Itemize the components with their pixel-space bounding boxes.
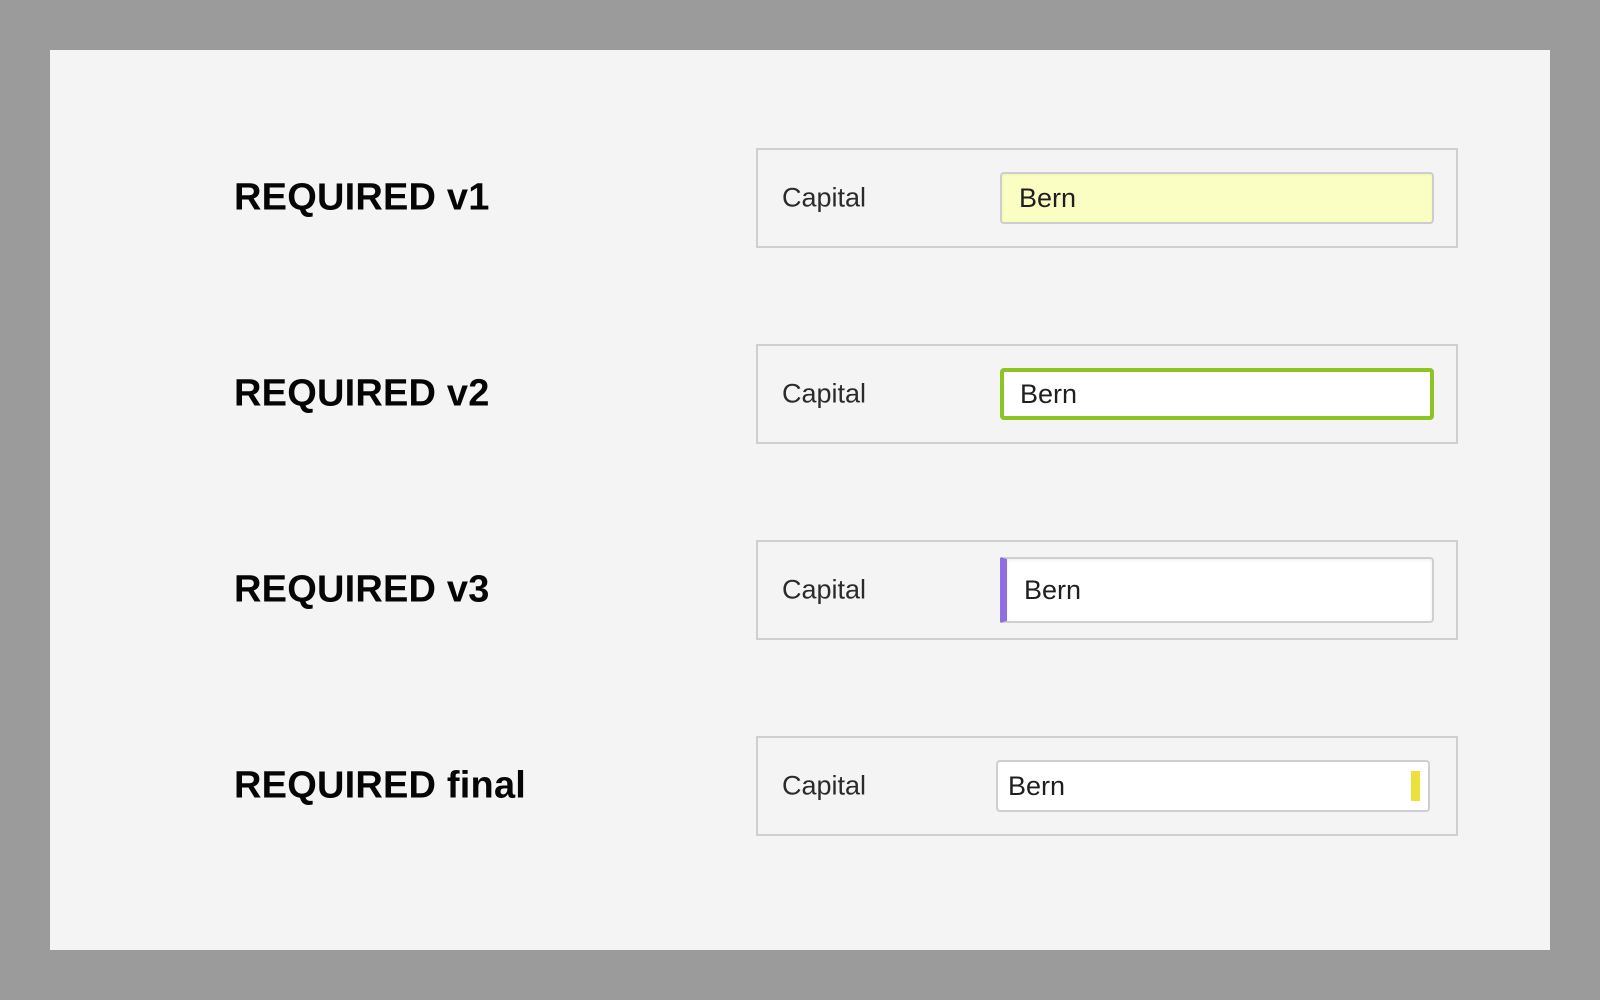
canvas-sheet: REQUIRED v1 Capital Bern REQUIRED v2 Cap… xyxy=(50,50,1550,950)
field-group-final: Capital Bern xyxy=(756,736,1458,836)
capital-input-v1[interactable]: Bern xyxy=(1000,172,1434,224)
field-group-v2: Capital Bern xyxy=(756,344,1458,444)
variant-heading-final: REQUIRED final xyxy=(234,764,527,807)
required-marker-icon xyxy=(1411,771,1420,801)
field-group-v1: Capital Bern xyxy=(756,148,1458,248)
variant-heading-v1: REQUIRED v1 xyxy=(234,176,490,219)
capital-input-final[interactable]: Bern xyxy=(996,760,1430,812)
field-group-v3: Capital Bern xyxy=(756,540,1458,640)
capital-label-v3: Capital xyxy=(782,574,867,605)
capital-label-v1: Capital xyxy=(782,182,867,213)
variant-row-final: REQUIRED final Capital Bern xyxy=(50,736,1550,836)
capital-input-final-value: Bern xyxy=(1008,771,1066,801)
capital-input-v3[interactable]: Bern xyxy=(1000,557,1434,623)
capital-label-v2: Capital xyxy=(782,378,867,409)
variant-row-v2: REQUIRED v2 Capital Bern xyxy=(50,344,1550,444)
variant-row-v3: REQUIRED v3 Capital Bern xyxy=(50,540,1550,640)
variant-heading-v2: REQUIRED v2 xyxy=(234,372,490,415)
capital-label-final: Capital xyxy=(782,770,867,801)
variant-row-v1: REQUIRED v1 Capital Bern xyxy=(50,148,1550,248)
variant-heading-v3: REQUIRED v3 xyxy=(234,568,490,611)
capital-input-v2[interactable]: Bern xyxy=(1000,368,1434,420)
